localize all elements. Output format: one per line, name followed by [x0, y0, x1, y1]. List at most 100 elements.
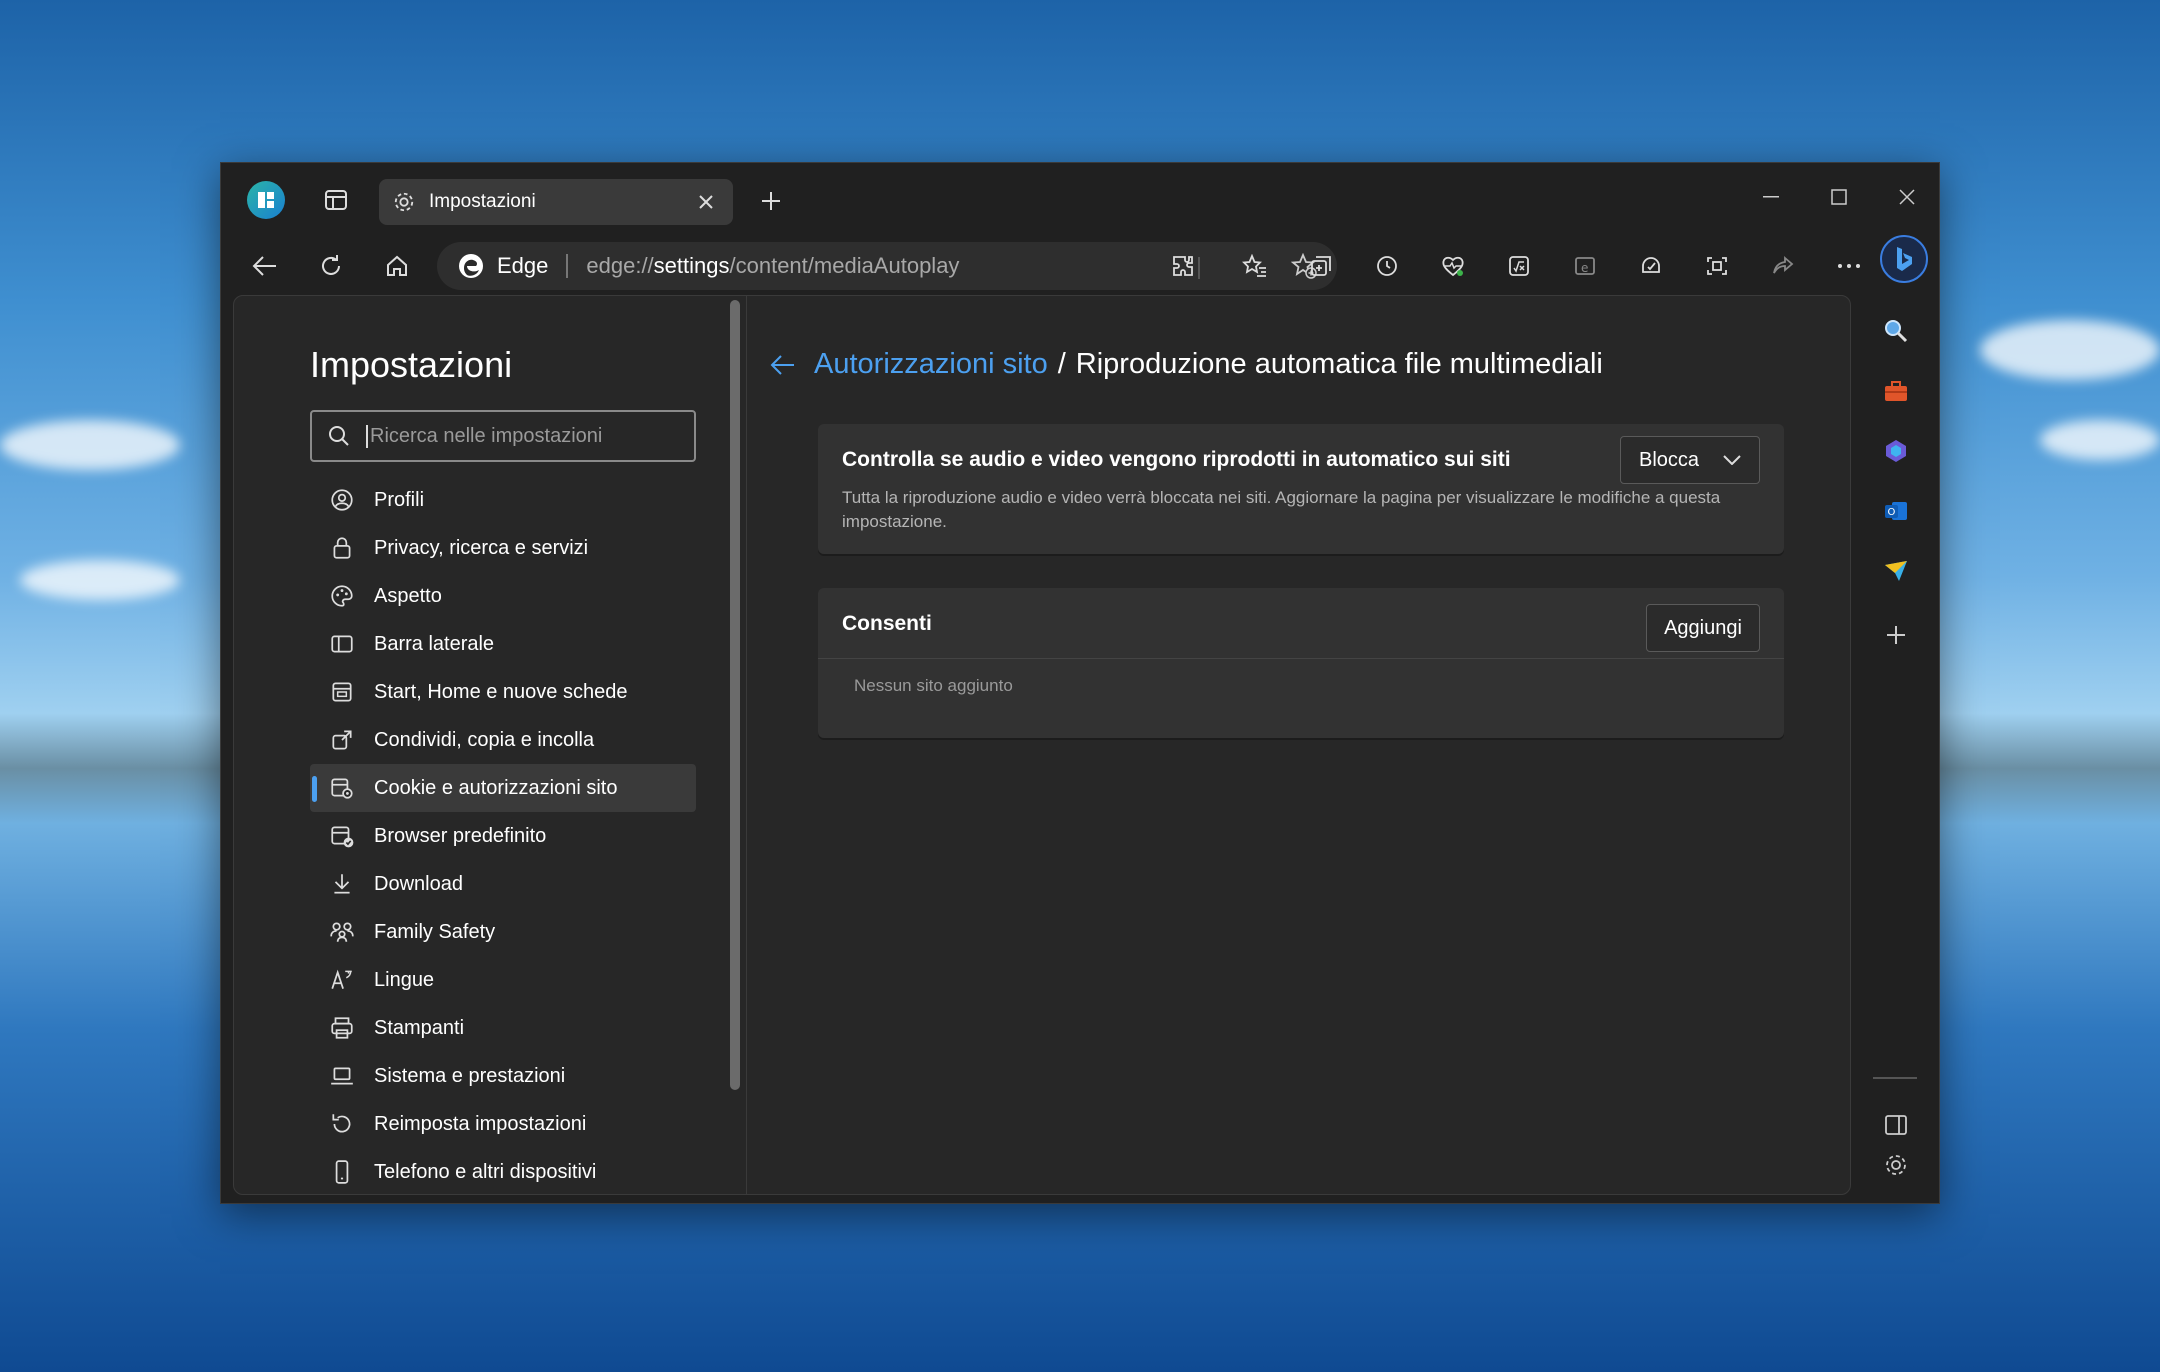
sidebar-toggle-icon: [1885, 1115, 1907, 1135]
send-icon: [1885, 561, 1907, 581]
settings-title: Impostazioni: [310, 344, 513, 385]
ie-mode-icon: e: [1575, 257, 1595, 275]
autoplay-setting-title: Controlla se audio e video vengono ripro…: [842, 448, 1511, 471]
settings-search[interactable]: [310, 410, 696, 462]
share-icon: [332, 730, 352, 750]
autoplay-setting-description: Tutta la riproduzione audio e video verr…: [842, 488, 1721, 531]
tab-actions-button[interactable]: [317, 181, 355, 219]
breadcrumb-parent-link[interactable]: Autorizzazioni sito: [814, 348, 1048, 381]
sidebar-scrollbar[interactable]: [730, 300, 740, 1090]
screenshot-button[interactable]: [1695, 244, 1739, 288]
refresh-icon: [322, 255, 340, 275]
refresh-button[interactable]: [309, 244, 353, 288]
sidebar-search-button[interactable]: [1874, 309, 1918, 353]
hide-sidebar-button[interactable]: [1874, 1103, 1918, 1147]
drop-button[interactable]: [1629, 244, 1673, 288]
sidebar-item-label: Lingue: [374, 968, 435, 991]
sidebar-item-laptop[interactable]: Sistema e prestazioni: [310, 1052, 696, 1100]
sidebar-tools-button[interactable]: [1874, 369, 1918, 413]
copilot-button[interactable]: [1880, 235, 1928, 283]
phone-icon: [328, 1158, 356, 1186]
profile-icon: [258, 192, 274, 208]
sidebar-add-button[interactable]: [1874, 613, 1918, 657]
more-icon: [1838, 264, 1860, 268]
sidebar-item-label: Reimposta impostazioni: [374, 1112, 587, 1135]
gear-icon: [1886, 1155, 1906, 1175]
cloud: [2040, 420, 2160, 460]
sidebar-item-share[interactable]: Condividi, copia e incolla: [310, 716, 696, 764]
sidebar-item-lock[interactable]: Privacy, ricerca e servizi: [310, 524, 696, 572]
address-brand: Edge: [497, 253, 549, 278]
sidebar-item-palette[interactable]: Aspetto: [310, 572, 696, 620]
sidebar-drop-button[interactable]: [1874, 549, 1918, 593]
gear-icon: [394, 192, 414, 212]
back-to-permissions-button[interactable]: [770, 354, 796, 376]
page-title: Riproduzione automatica file multimedial…: [1075, 348, 1603, 380]
browser-essentials-button[interactable]: [1431, 244, 1475, 288]
sidebar-settings-button[interactable]: [1874, 1143, 1918, 1187]
sidebar-item-cookie-permissions[interactable]: Cookie e autorizzazioni sito: [310, 764, 696, 812]
new-tab-button[interactable]: [751, 181, 791, 221]
pane-divider: [746, 296, 747, 1194]
back-button[interactable]: [243, 244, 287, 288]
share-button[interactable]: [1761, 244, 1805, 288]
autoplay-dropdown[interactable]: Blocca: [1620, 436, 1760, 484]
close-window-button[interactable]: [1879, 177, 1935, 217]
add-site-button[interactable]: Aggiungi: [1646, 604, 1760, 652]
cloud: [20, 560, 180, 600]
sidebar-item-profile[interactable]: Profili: [310, 476, 696, 524]
sidebar-item-label: Sistema e prestazioni: [374, 1064, 566, 1087]
home-tabs-icon: [332, 682, 352, 702]
search-icon: [1885, 320, 1908, 343]
breadcrumb-separator: /: [1057, 348, 1066, 380]
tab-close-button[interactable]: [693, 189, 719, 215]
sidebar-item-download[interactable]: Download: [310, 860, 696, 908]
profile-icon: [328, 486, 356, 514]
sidebar-item-reset[interactable]: Reimposta impostazioni: [310, 1100, 696, 1148]
sidebar-item-printer[interactable]: Stampanti: [310, 1004, 696, 1052]
tab-title: Impostazioni: [429, 191, 536, 212]
favorites-button[interactable]: [1233, 244, 1277, 288]
profile-button[interactable]: [247, 181, 285, 219]
history-button[interactable]: [1365, 244, 1409, 288]
more-button[interactable]: [1827, 244, 1871, 288]
sidebar-item-label: Telefono e altri dispositivi: [374, 1160, 597, 1183]
sidebar-item-default-browser[interactable]: Browser predefinito: [310, 812, 696, 860]
search-input[interactable]: [366, 424, 666, 448]
ie-mode-button[interactable]: e: [1563, 244, 1607, 288]
edge-sidebar: O: [1861, 295, 1931, 1195]
allow-list-card: Consenti Aggiungi Nessun sito aggiunto: [818, 588, 1784, 738]
default-browser-icon: [328, 822, 356, 850]
svg-text:O: O: [1888, 507, 1896, 518]
settings-content: Impostazioni Profili Privacy, ricerca e s…: [233, 295, 1851, 1195]
family-icon: [328, 918, 356, 946]
printer-icon: [331, 1017, 353, 1039]
svg-text:e: e: [1581, 261, 1588, 275]
collections-button[interactable]: [1299, 244, 1343, 288]
laptop-icon: [328, 1062, 356, 1090]
home-button[interactable]: [375, 244, 419, 288]
tab-settings[interactable]: Impostazioni: [379, 179, 733, 225]
palette-icon: [328, 582, 356, 610]
settings-sidebar: Impostazioni Profili Privacy, ricerca e s…: [234, 296, 742, 1194]
plus-icon: [762, 192, 780, 210]
laptop-icon: [331, 1067, 353, 1085]
math-solver-button[interactable]: [1497, 244, 1541, 288]
minimize-button[interactable]: [1743, 177, 1799, 217]
collections-icon: [1311, 256, 1331, 276]
lock-icon: [328, 534, 356, 562]
sidebar-item-language[interactable]: Lingue: [310, 956, 696, 1004]
sidebar-outlook-button[interactable]: O: [1874, 489, 1918, 533]
close-icon: [1899, 189, 1915, 205]
bing-icon: [1897, 247, 1912, 271]
cloud: [0, 420, 180, 470]
sidebar-copilot-button[interactable]: [1874, 429, 1918, 473]
sidebar-item-sidebar[interactable]: Barra laterale: [310, 620, 696, 668]
sidebar-item-home-tabs[interactable]: Start, Home e nuove schede: [310, 668, 696, 716]
language-icon: [331, 969, 352, 989]
maximize-button[interactable]: [1811, 177, 1867, 217]
lock-icon: [333, 537, 351, 559]
sidebar-item-phone[interactable]: Telefono e altri dispositivi: [310, 1148, 696, 1194]
settings-nav: Profili Privacy, ricerca e servizi Aspetto…: [310, 476, 696, 1194]
sidebar-item-family[interactable]: Family Safety: [310, 908, 696, 956]
